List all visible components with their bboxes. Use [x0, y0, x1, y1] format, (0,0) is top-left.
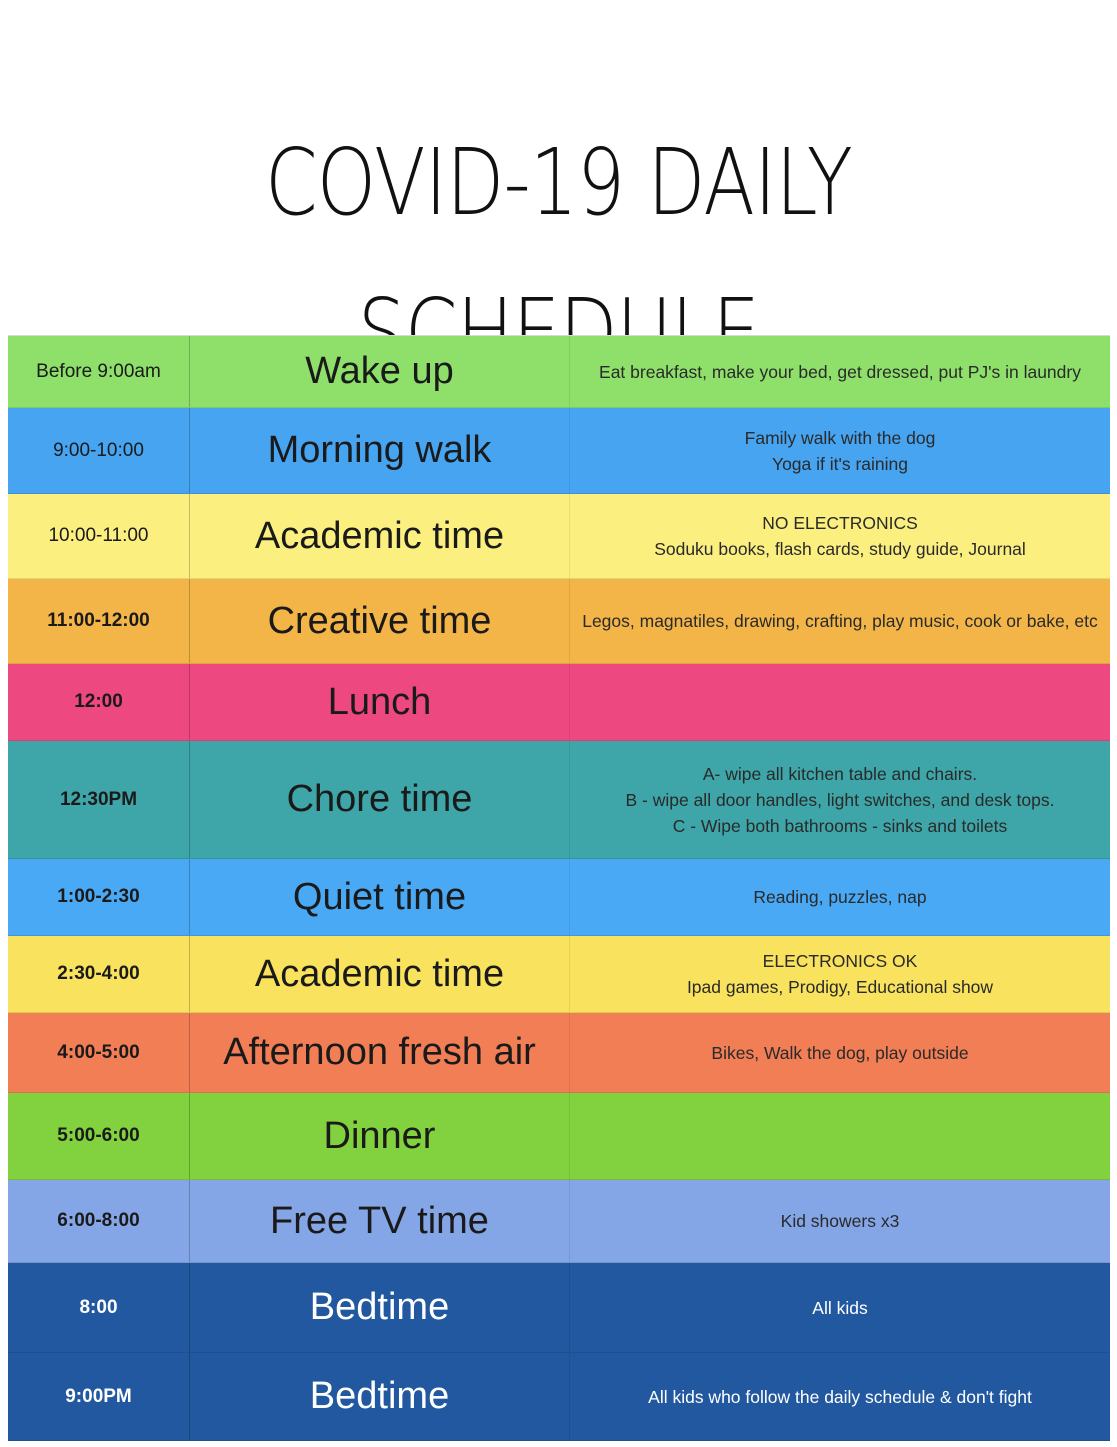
schedule-row: 11:00-12:00 Creative time Legos, magnati…: [8, 579, 1110, 664]
schedule-row: 9:00-10:00 Morning walk Family walk with…: [8, 408, 1110, 494]
activity-cell: Free TV time: [190, 1180, 570, 1262]
details-cell: [570, 664, 1110, 740]
time-cell: 9:00PM: [8, 1353, 190, 1440]
activity-cell: Morning walk: [190, 408, 570, 493]
details-cell: [570, 1093, 1110, 1179]
schedule-row: 12:30PM Chore time A- wipe all kitchen t…: [8, 741, 1110, 859]
schedule-row: 12:00 Lunch: [8, 664, 1110, 741]
details-cell: Legos, magnatiles, drawing, crafting, pl…: [582, 611, 1098, 631]
time-cell: 8:00: [8, 1263, 190, 1352]
time-cell: 4:00-5:00: [8, 1013, 190, 1092]
time-cell: 11:00-12:00: [8, 579, 190, 663]
time-cell: 1:00-2:30: [8, 859, 190, 935]
time-cell: 12:30PM: [8, 741, 190, 858]
details-cell: A- wipe all kitchen table and chairs. B …: [625, 763, 1055, 836]
time-cell: 10:00-11:00: [8, 494, 190, 578]
activity-cell: Bedtime: [190, 1353, 570, 1440]
schedule-table: Before 9:00am Wake up Eat breakfast, mak…: [8, 335, 1110, 1441]
schedule-row: Before 9:00am Wake up Eat breakfast, mak…: [8, 336, 1110, 408]
schedule-row: 9:00PM Bedtime All kids who follow the d…: [8, 1353, 1110, 1441]
time-cell: 12:00: [8, 664, 190, 740]
details-cell: NO ELECTRONICS Soduku books, flash cards…: [654, 513, 1026, 559]
schedule-row: 8:00 Bedtime All kids: [8, 1263, 1110, 1353]
activity-cell: Dinner: [190, 1093, 570, 1179]
details-cell: All kids who follow the daily schedule &…: [648, 1386, 1032, 1407]
details-cell: Family walk with the dog Yoga if it's ra…: [744, 427, 936, 474]
details-cell: Bikes, Walk the dog, play outside: [711, 1042, 969, 1063]
activity-cell: Lunch: [190, 664, 570, 740]
details-cell: Kid showers x3: [780, 1211, 900, 1231]
activity-cell: Academic time: [190, 494, 570, 578]
schedule-row: 2:30-4:00 Academic time ELECTRONICS OK I…: [8, 936, 1110, 1013]
details-cell: All kids: [812, 1297, 868, 1318]
time-cell: 5:00-6:00: [8, 1093, 190, 1179]
time-cell: 6:00-8:00: [8, 1180, 190, 1262]
schedule-row: 1:00-2:30 Quiet time Reading, puzzles, n…: [8, 859, 1110, 936]
activity-cell: Creative time: [190, 579, 570, 663]
schedule-row: 10:00-11:00 Academic time NO ELECTRONICS…: [8, 494, 1110, 579]
activity-cell: Bedtime: [190, 1263, 570, 1352]
activity-cell: Academic time: [190, 936, 570, 1012]
details-cell: ELECTRONICS OK Ipad games, Prodigy, Educ…: [686, 951, 994, 997]
time-cell: 9:00-10:00: [8, 408, 190, 493]
time-cell: Before 9:00am: [8, 336, 190, 407]
activity-cell: Afternoon fresh air: [190, 1013, 570, 1092]
activity-cell: Quiet time: [190, 859, 570, 935]
details-cell: Reading, puzzles, nap: [753, 887, 927, 907]
activity-cell: Chore time: [190, 741, 570, 858]
schedule-row: 6:00-8:00 Free TV time Kid showers x3: [8, 1180, 1110, 1263]
time-cell: 2:30-4:00: [8, 936, 190, 1012]
schedule-row: 4:00-5:00 Afternoon fresh air Bikes, Wal…: [8, 1013, 1110, 1093]
activity-cell: Wake up: [190, 336, 570, 407]
schedule-row: 5:00-6:00 Dinner: [8, 1093, 1110, 1180]
details-cell: Eat breakfast, make your bed, get dresse…: [599, 361, 1081, 382]
